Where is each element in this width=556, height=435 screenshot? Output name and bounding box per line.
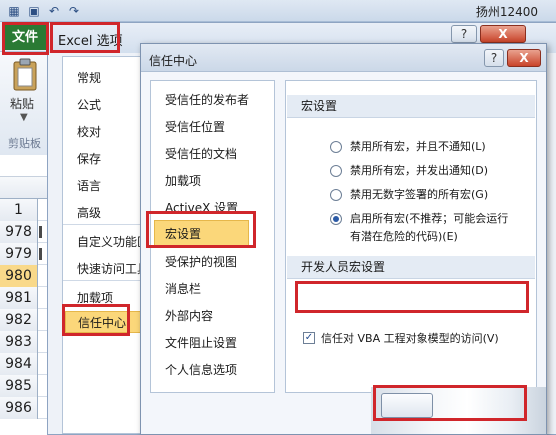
radio-label-continued[interactable]: 有潜在危险的代码)(E): [350, 228, 458, 245]
radio-disable-with-notify[interactable]: [330, 165, 342, 177]
clipboard-icon[interactable]: [12, 58, 38, 92]
radio-label[interactable]: 启用所有宏(不推荐；可能会运行: [350, 210, 508, 227]
document-title: 扬州12400: [475, 5, 538, 19]
vba-trust-label[interactable]: 信任对 VBA 工程对象模型的访问(V): [321, 330, 499, 346]
nav-divider: [63, 280, 143, 281]
save-icon[interactable]: ▣: [26, 3, 42, 19]
nav-item-privacy-options[interactable]: 个人信息选项: [165, 361, 237, 378]
clipboard-group-label: 剪贴板: [8, 137, 41, 150]
radio-label[interactable]: 禁用所有宏，并发出通知(D): [350, 162, 488, 179]
nav-item-formulas[interactable]: 公式: [77, 96, 101, 113]
trust-center-help-button[interactable]: ?: [484, 49, 504, 67]
nav-item-file-block-settings[interactable]: 文件阻止设置: [165, 334, 237, 351]
row-number[interactable]: 984: [0, 353, 38, 375]
options-help-button[interactable]: ?: [451, 25, 477, 43]
excel-app-icon: ▦: [8, 4, 20, 18]
row-number[interactable]: 986: [0, 397, 38, 419]
macro-settings-panel: 宏设置 禁用所有宏，并且不通知(L) 禁用所有宏，并发出通知(D) 禁用无数字签…: [285, 80, 537, 393]
row-number[interactable]: 981: [0, 287, 38, 309]
row-number[interactable]: 978: [0, 221, 38, 243]
highlight-macro-settings-item: [146, 211, 256, 248]
paste-button[interactable]: 粘贴: [10, 95, 34, 112]
row-number[interactable]: 982: [0, 309, 38, 331]
trust-center-title: 信任中心: [149, 54, 198, 68]
highlight-file-tab: [2, 22, 49, 55]
nav-item-proofing[interactable]: 校对: [77, 123, 101, 140]
trust-center-title-bar: 信任中心 ? X: [141, 44, 546, 72]
radio-label[interactable]: 禁用所有宏，并且不通知(L): [350, 138, 486, 155]
highlight-trust-center-item: [62, 304, 130, 336]
options-close-button[interactable]: X: [480, 25, 526, 43]
radio-disable-unsigned[interactable]: [330, 189, 342, 201]
row-number[interactable]: 985: [0, 375, 38, 397]
excel-title-bar: ▦ ▣ ↶ ↷ 扬州12400: [0, 0, 556, 22]
nav-item-trusted-locations[interactable]: 受信任位置: [165, 118, 225, 135]
nav-item-trusted-documents[interactable]: 受信任的文档: [165, 145, 237, 162]
row-number[interactable]: 980: [0, 265, 38, 287]
nav-item-advanced[interactable]: 高级: [77, 204, 101, 221]
highlight-options-title: [50, 22, 120, 53]
row-number[interactable]: 979: [0, 243, 38, 265]
macro-settings-header: 宏设置: [287, 95, 535, 118]
nav-item-addins[interactable]: 加载项: [165, 172, 201, 189]
nav-item-message-bar[interactable]: 消息栏: [165, 280, 201, 297]
nav-item-language[interactable]: 语言: [77, 177, 101, 194]
radio-enable-all[interactable]: [330, 213, 342, 225]
nav-item-customize-ribbon[interactable]: 自定义功能区: [77, 233, 149, 250]
highlight-ok-button: [373, 385, 527, 421]
row-number[interactable]: 1: [0, 199, 38, 221]
redo-icon[interactable]: ↷: [66, 3, 82, 19]
chevron-down-icon[interactable]: ▼: [20, 112, 28, 123]
nav-item-protected-view[interactable]: 受保护的视图: [165, 253, 237, 270]
nav-divider: [63, 224, 143, 225]
nav-item-general[interactable]: 常规: [77, 69, 101, 86]
radio-label[interactable]: 禁用无数字签署的所有宏(G): [350, 186, 488, 203]
nav-item-external-content[interactable]: 外部内容: [165, 307, 213, 324]
row-number[interactable]: 983: [0, 331, 38, 353]
highlight-vba-checkbox: [295, 281, 529, 313]
options-nav: 常规 公式 校对 保存 语言 高级 自定义功能区 快速访问工具栏 加载项 信任中…: [62, 56, 161, 434]
trust-center-close-button[interactable]: X: [507, 49, 541, 67]
radio-disable-no-notify[interactable]: [330, 141, 342, 153]
vba-trust-checkbox[interactable]: ✓: [303, 332, 315, 344]
developer-settings-header: 开发人员宏设置: [287, 256, 535, 279]
nav-item-save[interactable]: 保存: [77, 150, 101, 167]
undo-icon[interactable]: ↶: [46, 3, 62, 19]
nav-item-trusted-publishers[interactable]: 受信任的发布者: [165, 91, 249, 108]
